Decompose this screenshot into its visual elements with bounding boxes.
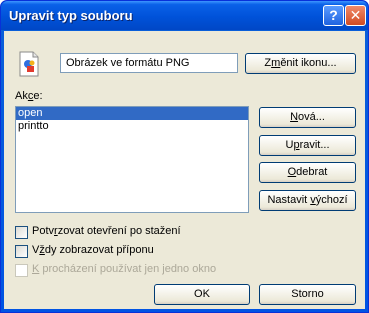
actions-list[interactable]: open printto [15,106,249,213]
confirm-open-label: Potvrzovat otevření po stažení [32,225,181,237]
set-default-button[interactable]: Nastavit výchozí [259,190,356,211]
always-show-extension-label: Vždy zobrazovat příponu [32,244,154,256]
actions-label: Akce: [15,90,43,102]
ok-button[interactable]: OK [154,284,250,305]
list-item-printto[interactable]: printto [16,120,248,133]
dialog-client-area: Obrázek ve formátu PNG Změnit ikonu... A… [4,31,365,309]
change-icon-button[interactable]: Změnit ikonu... [245,53,356,74]
edit-action-button[interactable]: Upravit... [259,135,356,156]
title-bar[interactable]: Upravit typ souboru ? ✕ [1,1,368,30]
help-button[interactable]: ? [323,5,344,26]
file-type-description: Obrázek ve formátu PNG [60,53,238,73]
confirm-open-checkbox[interactable] [15,226,28,239]
list-item-open[interactable]: open [16,107,248,120]
window-title: Upravit typ souboru [9,8,133,23]
close-button[interactable]: ✕ [345,5,366,26]
png-file-icon [19,51,39,77]
same-window-checkbox [15,264,28,277]
new-action-button[interactable]: Nová... [259,107,356,128]
dialog-window: Upravit typ souboru ? ✕ Obrázek ve formá… [0,0,369,313]
remove-action-button[interactable]: Odebrat [259,162,356,183]
cancel-button[interactable]: Storno [259,284,356,305]
always-show-extension-checkbox[interactable] [15,245,28,258]
same-window-label: K procházení používat jen jedno okno [32,263,217,275]
